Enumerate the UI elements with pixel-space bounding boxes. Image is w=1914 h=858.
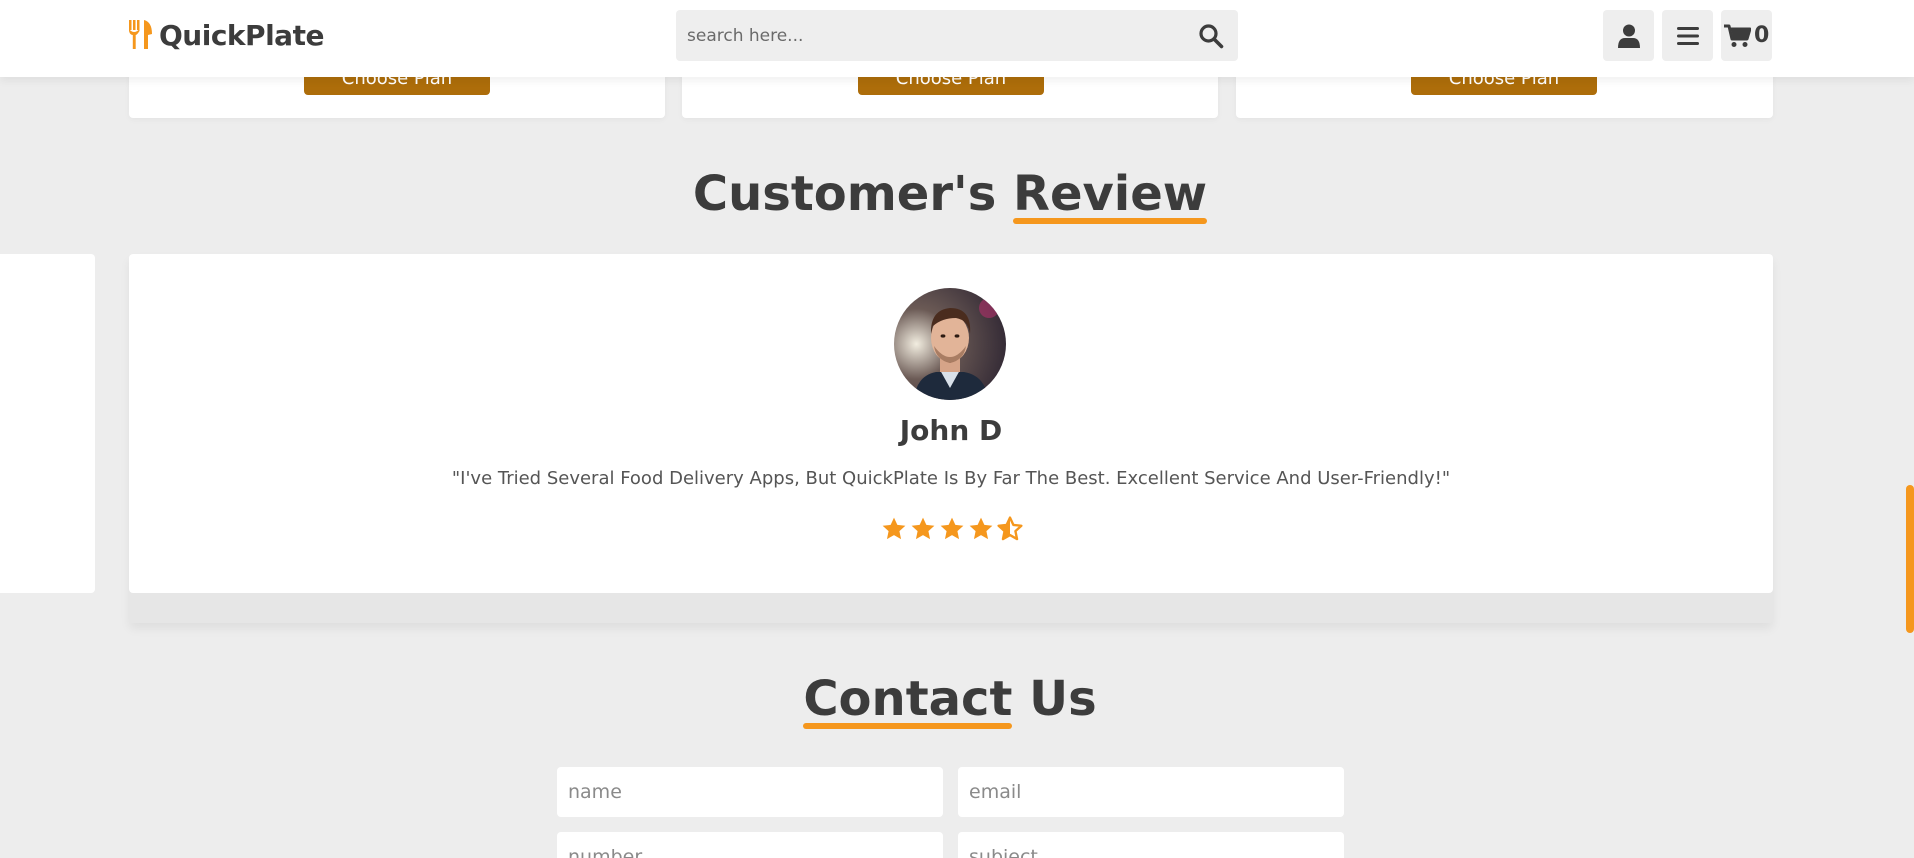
cart-button[interactable]: 0 — [1721, 10, 1772, 61]
logo[interactable]: QuickPlate — [127, 16, 324, 54]
review-heading: Customer's Review — [0, 166, 1900, 224]
review-text: "I've Tried Several Food Delivery Apps, … — [451, 468, 1451, 489]
star-icon — [969, 517, 993, 540]
cart-icon — [1724, 24, 1751, 47]
utensils-icon — [129, 20, 152, 49]
contact-heading: Contact Us — [0, 671, 1900, 729]
user-icon — [1617, 24, 1640, 48]
heading-text: Us — [1029, 671, 1097, 727]
scrollbar-thumb[interactable] — [1906, 485, 1914, 633]
star-icon — [911, 517, 935, 540]
reviewer-name: John D — [899, 414, 1003, 447]
star-icon — [940, 517, 964, 540]
reviewer-photo — [894, 288, 1006, 400]
star-half-icon — [997, 516, 1023, 541]
star-rating — [881, 516, 1023, 542]
heading-text: Customer's — [692, 166, 997, 222]
cart-count: 0 — [1754, 23, 1770, 48]
number-field[interactable] — [557, 832, 943, 858]
name-field[interactable] — [557, 767, 943, 817]
star-icon — [882, 517, 906, 540]
subject-field[interactable] — [958, 832, 1344, 858]
site-header: QuickPlate 0 — [0, 0, 1914, 77]
user-button[interactable] — [1603, 10, 1654, 61]
previous-review-card[interactable] — [0, 254, 95, 593]
review-card: John D "I've Tried Several Food Delivery… — [129, 254, 1773, 593]
search-icon[interactable] — [1198, 23, 1224, 49]
search-input[interactable] — [676, 10, 1176, 61]
brand-name: QuickPlate — [159, 18, 324, 52]
menu-icon — [1676, 26, 1699, 45]
avatar — [894, 288, 1006, 400]
menu-button[interactable] — [1662, 10, 1713, 61]
heading-highlight: Review — [1012, 166, 1208, 224]
email-field[interactable] — [958, 767, 1344, 817]
search-box — [676, 10, 1238, 61]
heading-highlight: Contact — [803, 671, 1013, 729]
